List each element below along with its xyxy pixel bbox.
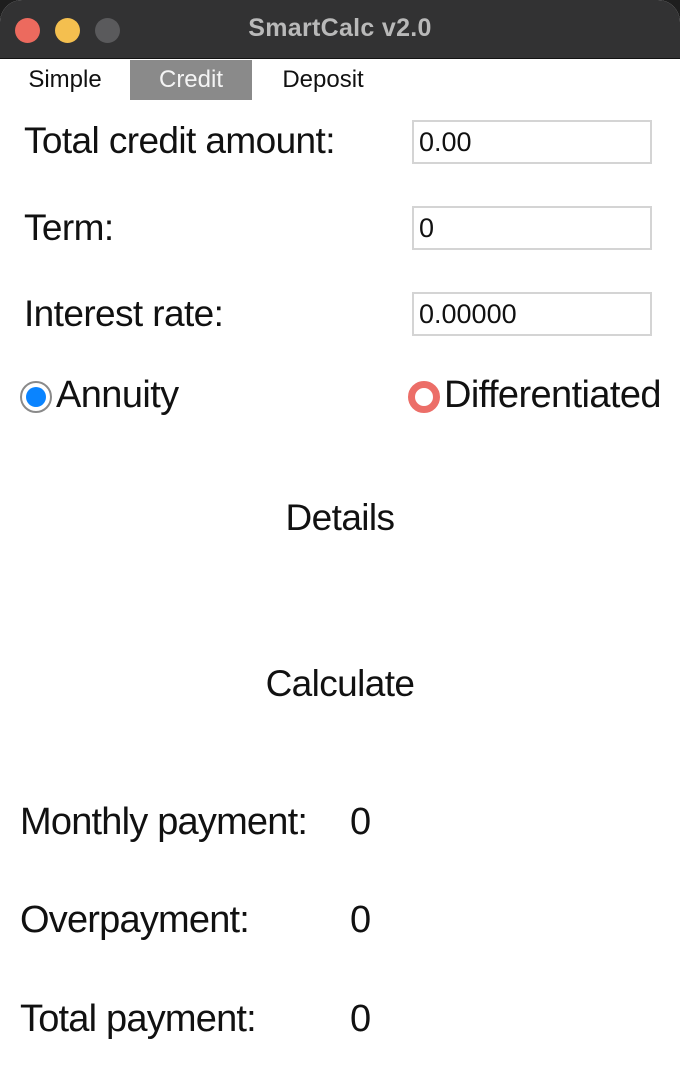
total-payment-label: Total payment: — [20, 998, 257, 1040]
total-credit-amount-label: Total credit amount: — [24, 120, 335, 161]
annuity-radio[interactable] — [20, 381, 52, 413]
overpayment-value: 0 — [350, 899, 372, 941]
calculate-button[interactable]: Calculate — [0, 663, 680, 705]
tab-bar: Simple Credit Deposit — [0, 60, 680, 100]
window-title: SmartCalc v2.0 — [248, 14, 432, 42]
differentiated-radio[interactable] — [408, 381, 440, 413]
tab-credit[interactable]: Credit — [130, 60, 252, 100]
annuity-radio-label[interactable]: Annuity — [56, 374, 179, 417]
term-label: Term: — [24, 207, 114, 248]
interest-rate-label: Interest rate: — [24, 293, 224, 334]
details-button[interactable]: Details — [0, 497, 680, 539]
monthly-payment-value: 0 — [350, 801, 372, 843]
total-payment-value: 0 — [350, 998, 372, 1040]
radio-selected-dot — [26, 387, 46, 407]
tab-deposit[interactable]: Deposit — [262, 60, 384, 100]
app-window: SmartCalc v2.0 Simple Credit Deposit Tot… — [0, 0, 680, 1066]
total-credit-amount-input[interactable]: 0.00 — [412, 120, 652, 164]
differentiated-radio-label[interactable]: Differentiated — [444, 374, 662, 417]
title-bar[interactable]: SmartCalc v2.0 — [0, 0, 680, 59]
overpayment-label: Overpayment: — [20, 899, 250, 941]
term-input[interactable]: 0 — [412, 206, 652, 250]
tab-simple[interactable]: Simple — [8, 60, 122, 100]
interest-rate-input[interactable]: 0.00000 — [412, 292, 652, 336]
monthly-payment-label: Monthly payment: — [20, 801, 308, 843]
